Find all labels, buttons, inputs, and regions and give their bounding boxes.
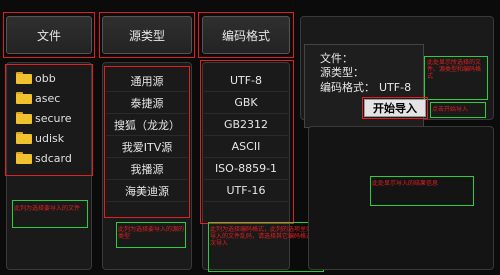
file-name: obb: [35, 71, 56, 85]
source-list: 通用源 泰捷源 搜狐（龙龙） 我爱ITV源 我播源 海美迪源: [106, 70, 188, 202]
encoding-item-ascii[interactable]: ASCII: [204, 136, 288, 158]
file-name: asec: [35, 91, 61, 105]
source-item-wobo[interactable]: 我播源: [106, 158, 188, 180]
info-encoding-label: 编码格式：: [320, 81, 375, 94]
file-list: obb asec secure udisk sdcard: [16, 68, 90, 168]
encoding-item-gb2312[interactable]: GB2312: [204, 114, 288, 136]
info-note: 此处显示所选择的文件、源类型和编码格式: [427, 59, 482, 80]
folder-icon: [16, 132, 32, 144]
file-name: secure: [35, 111, 72, 125]
file-header-highlight: [3, 12, 95, 58]
file-item-obb[interactable]: obb: [16, 68, 90, 88]
log-note: 此处显示导入的结果信息: [372, 180, 439, 187]
file-name: udisk: [35, 131, 65, 145]
info-encoding-value: UTF-8: [379, 81, 412, 94]
encoding-item-utf8[interactable]: UTF-8: [204, 70, 288, 92]
encoding-list: UTF-8 GBK GB2312 ASCII ISO-8859-1 UTF-16: [204, 70, 288, 202]
file-item-sdcard[interactable]: sdcard: [16, 148, 90, 168]
source-item-woaiitv[interactable]: 我爱ITV源: [106, 136, 188, 158]
folder-icon: [16, 92, 32, 104]
encoding-item-iso88591[interactable]: ISO-8859-1: [204, 158, 288, 180]
file-item-asec[interactable]: asec: [16, 88, 90, 108]
source-note: 此列为选择要导入的源的类型: [118, 226, 184, 240]
encoding-item-utf16[interactable]: UTF-16: [204, 180, 288, 202]
info-file-label: 文件：: [320, 52, 353, 65]
encoding-header-highlight: [198, 12, 294, 58]
encoding-note: 此列为选择编码格式，此列的选项里如要导入的文件乱码，请选择其它编码格式再次导入: [210, 226, 319, 247]
file-item-udisk[interactable]: udisk: [16, 128, 90, 148]
file-note: 此列为选择要导入的文件: [14, 205, 81, 212]
source-item-general[interactable]: 通用源: [106, 70, 188, 92]
file-item-secure[interactable]: secure: [16, 108, 90, 128]
info-source-label: 源类型：: [320, 66, 364, 79]
button-note: 点击开始导入: [432, 106, 469, 113]
source-item-taijie[interactable]: 泰捷源: [106, 92, 188, 114]
source-item-sohu[interactable]: 搜狐（龙龙）: [106, 114, 188, 136]
folder-icon: [16, 112, 32, 124]
encoding-item-gbk[interactable]: GBK: [204, 92, 288, 114]
start-button-highlight: [362, 97, 428, 119]
source-item-haimeidi[interactable]: 海美迪源: [106, 180, 188, 202]
source-header-highlight: [99, 12, 195, 58]
folder-icon: [16, 152, 32, 164]
folder-icon: [16, 72, 32, 84]
file-name: sdcard: [35, 151, 72, 165]
